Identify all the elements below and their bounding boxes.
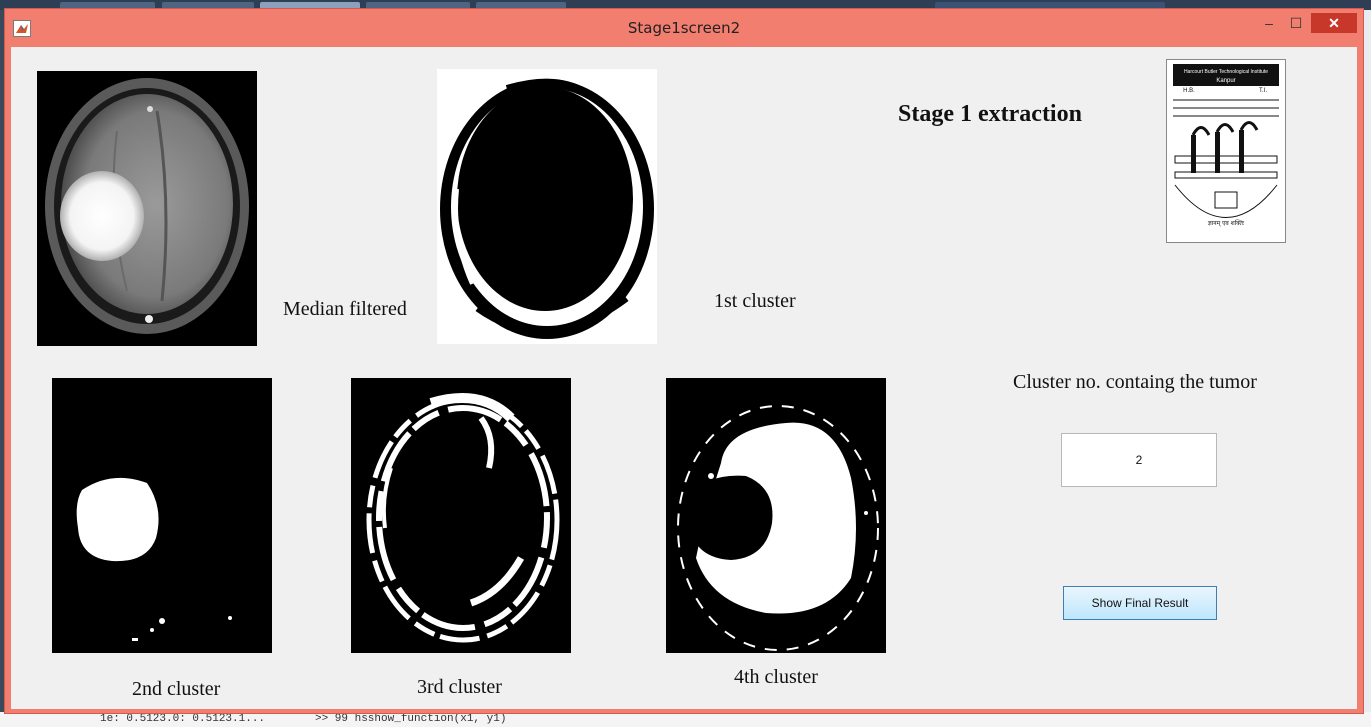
logo-text-institute: Harcourt Butler Technological Institute <box>1184 69 1268 75</box>
cluster3-image <box>351 378 571 653</box>
window-title: Stage1screen2 <box>627 19 741 37</box>
logo-motto: ज्ञानम् एव शक्तिः <box>1208 219 1245 227</box>
institute-logo: Harcourt Butler Technological Institute … <box>1166 59 1286 243</box>
figure-client-area: Median filtered 1st cluster Stage 1 extr… <box>11 47 1357 709</box>
cluster4-label: 4th cluster <box>734 666 818 688</box>
tumor-cluster-value[interactable]: 2 <box>1061 433 1217 487</box>
cluster4-image <box>666 378 886 653</box>
logo-text-city: Kanpur <box>1216 78 1235 84</box>
median-filtered-image <box>37 71 257 346</box>
cluster2-image <box>52 378 272 653</box>
minimize-button[interactable]: – <box>1258 13 1280 33</box>
logo-mark-right: T.I. <box>1259 88 1267 94</box>
maximize-button[interactable]: ☐ <box>1285 13 1307 33</box>
show-final-result-button[interactable]: Show Final Result <box>1063 586 1217 620</box>
median-filtered-label: Median filtered <box>283 298 407 320</box>
page-heading: Stage 1 extraction <box>898 101 1082 127</box>
cluster1-label: 1st cluster <box>714 290 796 312</box>
cluster2-label: 2nd cluster <box>132 678 221 700</box>
console-text: 1e: 0.5123.0: 0.5123.1... <box>100 713 266 725</box>
background-window-edge <box>1363 10 1371 727</box>
tumor-cluster-label: Cluster no. containg the tumor <box>1013 371 1257 393</box>
cluster1-image <box>437 69 657 344</box>
close-button[interactable]: ✕ <box>1311 13 1357 33</box>
console-command: >> 99 hsshow_function(x1, y1) <box>315 713 507 725</box>
app-window: Stage1screen2 – ☐ ✕ Median filtered 1st … <box>4 8 1364 714</box>
logo-mark-left: H.B. <box>1183 88 1195 94</box>
background-console: 1e: 0.5123.0: 0.5123.1... >> 99 hsshow_f… <box>0 712 1371 727</box>
cluster3-label: 3rd cluster <box>417 676 502 698</box>
title-bar[interactable]: Stage1screen2 – ☐ ✕ <box>5 9 1363 47</box>
